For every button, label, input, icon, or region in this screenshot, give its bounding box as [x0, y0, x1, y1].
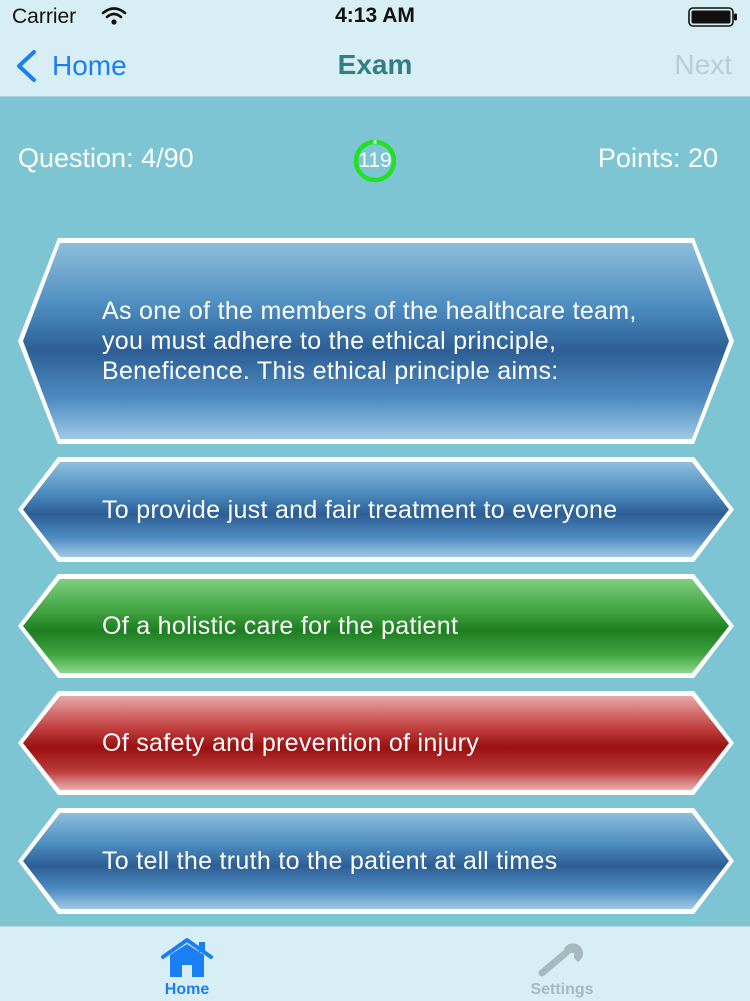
page-title: Exam: [337, 49, 413, 80]
answer-option-2[interactable]: Of a holistic care for the patient: [18, 574, 734, 678]
answer-text: To tell the truth to the patient at all …: [102, 847, 558, 875]
tab-settings[interactable]: Settings: [492, 927, 632, 1001]
points-counter: Points: 20: [597, 143, 718, 173]
timer-value: 119: [358, 149, 392, 172]
status-bar: Carrier 4:13 AM: [0, 0, 750, 36]
battery-icon: [688, 7, 737, 27]
next-button[interactable]: Next: [674, 49, 732, 81]
answer-option-3[interactable]: Of safety and prevention of injury: [18, 691, 734, 795]
tab-home-label: Home: [164, 981, 210, 998]
question-card: As one of the members of the healthcare …: [18, 238, 734, 444]
exam-info-row: Question: 4/90 119 Points: 20: [0, 125, 750, 195]
question-counter: Question: 4/90: [18, 143, 194, 173]
answer-text: Of a holistic care for the patient: [102, 612, 459, 640]
answer-option-1[interactable]: To provide just and fair treatment to ev…: [18, 457, 734, 562]
tab-home[interactable]: Home: [117, 927, 257, 1001]
countdown-timer: 119: [335, 138, 415, 184]
nav-bar: Home Exam Next: [0, 36, 750, 97]
question-text: As one of the members of the healthcare …: [102, 297, 637, 385]
house-icon: [161, 938, 213, 977]
tab-bar: Home Settings: [0, 926, 750, 1001]
tab-settings-label: Settings: [530, 981, 594, 998]
answer-text: Of safety and prevention of injury: [102, 729, 480, 757]
answer-text: To provide just and fair treatment to ev…: [102, 495, 618, 524]
status-time: 4:13 AM: [335, 4, 415, 27]
answer-option-4[interactable]: To tell the truth to the patient at all …: [18, 808, 734, 914]
wrench-icon: [538, 943, 584, 977]
